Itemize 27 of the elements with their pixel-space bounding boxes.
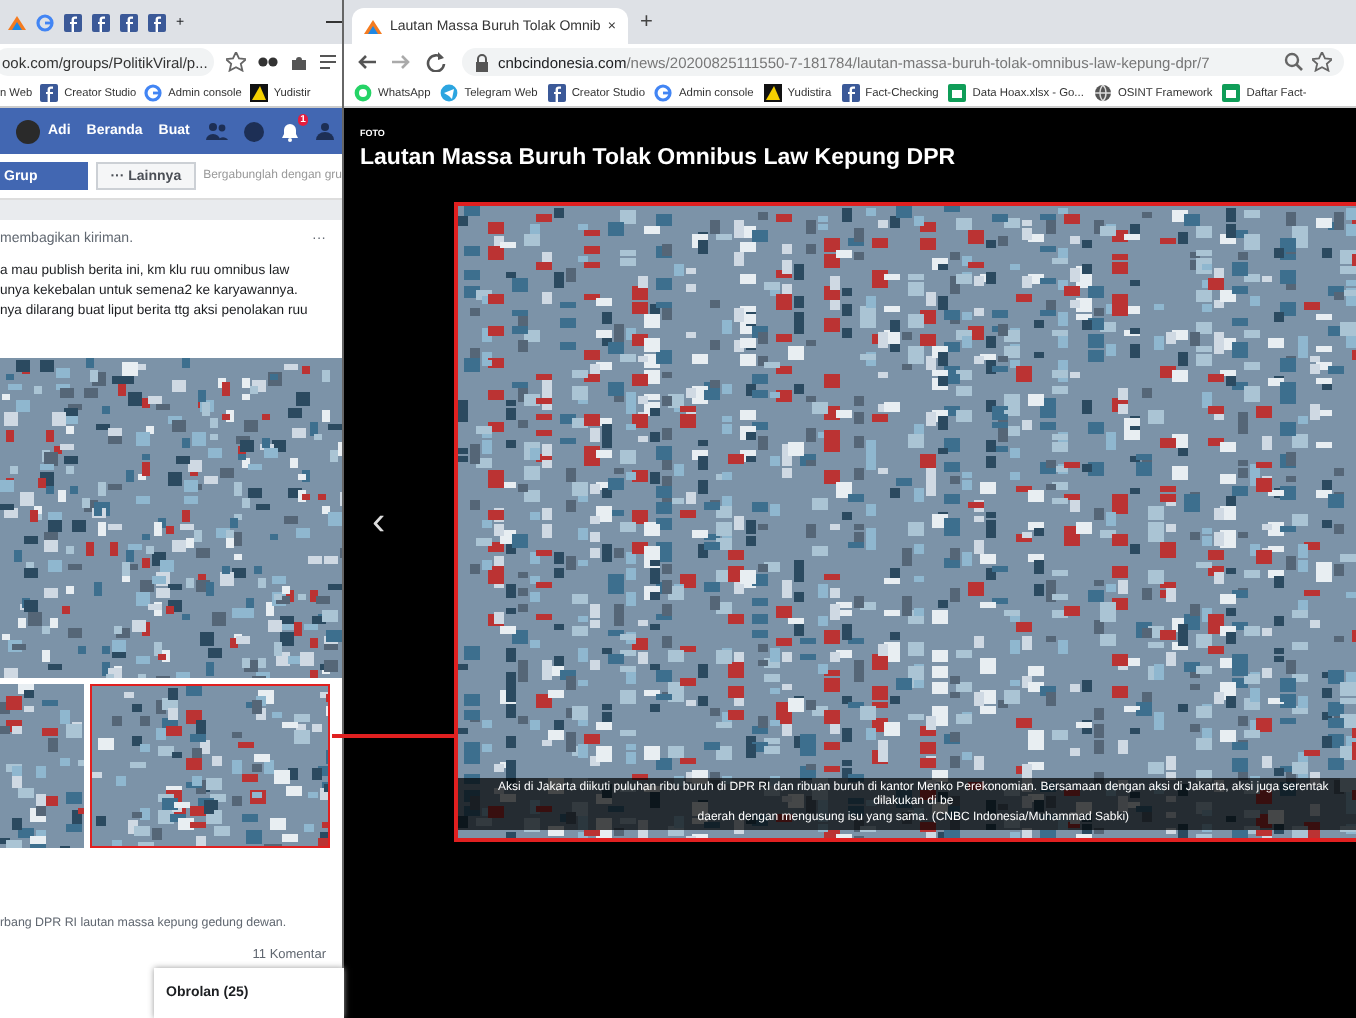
article-title: Lautan Massa Buruh Tolak Omnibus Law Kepung DPR [360,146,958,170]
menu-icon[interactable] [320,54,336,70]
site-favicon-icon [8,13,26,31]
facebook-icon [64,13,82,31]
friends-icon[interactable] [205,122,228,140]
google-icon [144,84,163,102]
facebook-icon [148,13,166,31]
new-tab-button[interactable]: + [640,10,653,34]
avatar-icon [16,119,40,143]
people-icon[interactable] [315,122,334,140]
bookmark-favicon-icon [249,84,268,102]
search-icon[interactable] [1284,52,1304,72]
lock-icon [474,53,490,71]
bell-icon[interactable] [279,121,300,141]
bookmark-favicon-icon [763,84,782,102]
facebook-icon [120,13,138,31]
facebook-icon [92,13,110,31]
google-icon [654,84,673,102]
google-icon [36,13,54,31]
reload-icon[interactable] [426,52,446,72]
globe-icon [1093,84,1112,102]
star-icon[interactable] [1312,52,1332,72]
back-arrow-icon[interactable] [356,52,376,72]
glasses-icon[interactable] [258,56,278,68]
star-icon[interactable] [226,52,246,72]
site-favicon-icon [364,17,382,35]
previous-button[interactable]: ‹ [360,499,386,545]
